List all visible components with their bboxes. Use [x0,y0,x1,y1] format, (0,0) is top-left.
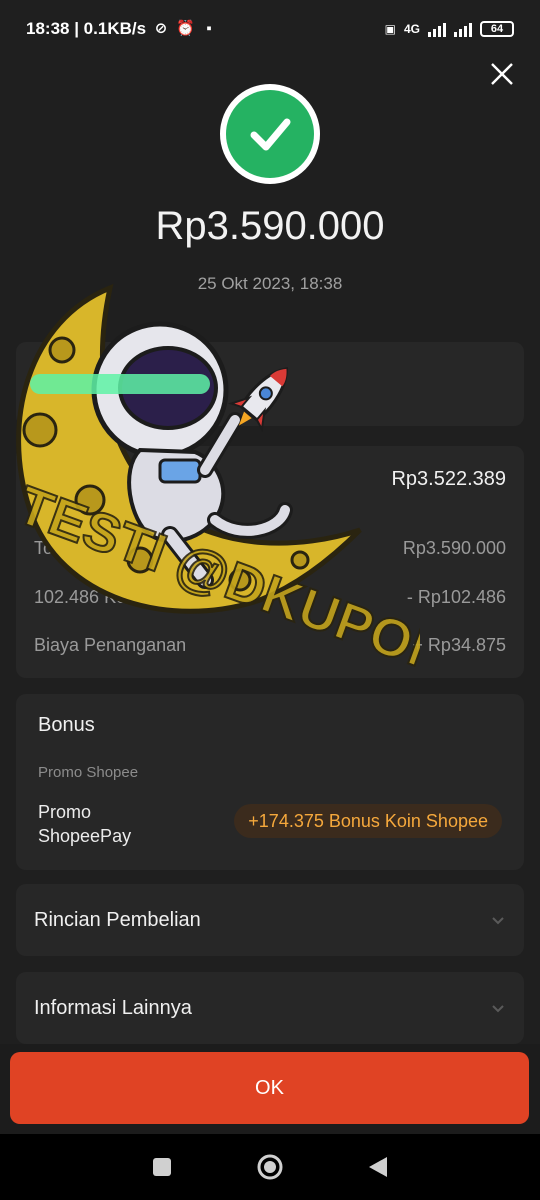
bonus-subtitle: Promo Shopee [38,764,139,781]
accordion-other-info[interactable]: Informasi Lainnya [16,972,524,1044]
bonus-card: Bonus Promo Shopee Promo ShopeePay +174.… [16,694,524,870]
payment-row-label: Total Pembelian [34,538,163,558]
status-bar: 18:38 | 0.1KB/s ⊘ ⏰ ▪ ▣ 4G 64 [0,0,540,58]
payment-row-value: + Rp34.875 [412,635,506,655]
chevron-down-icon [492,917,504,925]
payment-row-label: Biaya Penanganan [34,635,187,655]
close-button[interactable] [486,58,518,90]
paid-value: Rp3.522.389 [391,468,506,490]
payment-row-label: 102.486 Koin Digunakan [34,587,232,607]
payment-card: Kamu Membayar Rp3.522.389 Total Pembelia… [16,446,524,678]
wifi-off-icon: ⊘ [154,20,168,37]
transaction-amount: Rp3.590.000 [155,204,385,248]
ok-button[interactable]: OK [10,1052,529,1124]
status-right: ▣ 4G 64 [385,21,514,37]
status-left: 18:38 | 0.1KB/s ⊘ ⏰ ▪ [26,19,218,39]
alarm-icon: ⏰ [176,20,195,37]
paid-row: Kamu Membayar Rp3.522.389 [34,468,506,491]
chevron-down-icon [492,1005,504,1013]
back-icon[interactable] [367,1155,389,1179]
battery-icon: 64 [480,21,514,37]
checkmark-icon [250,118,291,151]
payment-row-value: Rp3.590.000 [402,538,506,558]
system-nav-bar [0,1134,540,1200]
bonus-title: Bonus [38,714,95,736]
success-circle [226,90,314,178]
close-icon[interactable] [486,58,518,90]
transaction-datetime: 25 Okt 2023, 18:38 [197,274,343,293]
signal-icon-2 [454,21,472,37]
time-speed: 18:38 | 0.1KB/s [26,19,147,38]
accordion-label: Informasi Lainnya [34,996,192,1019]
network-type: 4G [403,22,420,36]
promo-label: Promo ShopeePay [38,802,132,846]
info-card [16,342,524,426]
home-icon[interactable] [256,1153,284,1181]
payment-row: Total Pembelian Rp3.590.000 [34,538,506,559]
payment-row: 102.486 Koin Digunakan - Rp102.486 [34,587,506,608]
accordion-purchase-details[interactable]: Rincian Pembelian [16,884,524,956]
success-badge [220,84,320,184]
paid-label: Kamu Membayar [34,468,187,490]
recents-icon[interactable] [151,1156,173,1178]
volte-icon: ▣ [384,22,396,36]
message-icon: ▪ [206,20,212,37]
accordion-label: Rincian Pembelian [34,908,201,931]
payment-row: Biaya Penanganan + Rp34.875 [34,635,506,656]
signal-icon [428,21,446,37]
payment-row-value: - Rp102.486 [406,587,506,607]
bonus-coin-badge: +174.375 Bonus Koin Shopee [234,804,502,838]
